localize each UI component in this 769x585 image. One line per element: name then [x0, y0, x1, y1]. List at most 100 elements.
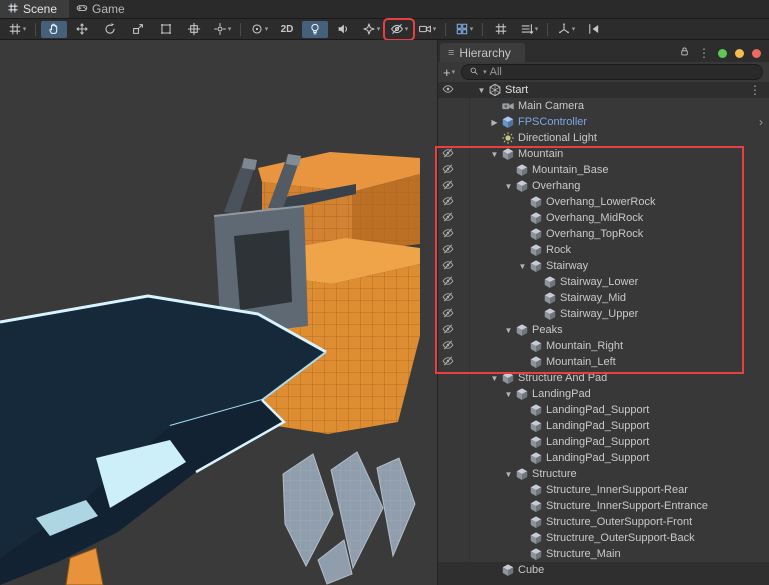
split-view-button[interactable]: ▾ [451, 21, 477, 38]
foldout-expanded-icon[interactable]: ▼ [502, 326, 515, 335]
audio-toggle-button[interactable] [330, 21, 356, 38]
object-name-label: Rock [546, 244, 572, 256]
object-name-label: LandingPad_Support [546, 452, 650, 464]
cube-icon [529, 195, 543, 209]
foldout-expanded-icon[interactable]: ▼ [516, 262, 529, 271]
object-name-label: Structure_InnerSupport-Entrance [546, 500, 709, 512]
hierarchy-row[interactable]: Overhang_TopRock [438, 226, 769, 242]
visibility-off-icon[interactable] [442, 307, 454, 322]
visibility-off-icon[interactable] [442, 163, 454, 178]
scene-visibility-toggle-button[interactable]: ▾ [383, 17, 415, 41]
view-hand-tool-button[interactable] [41, 20, 67, 38]
lighting-toggle-button[interactable] [302, 20, 328, 38]
hierarchy-row[interactable]: ▼ LandingPad [438, 386, 769, 402]
cube-icon [529, 227, 543, 241]
visibility-off-icon[interactable] [442, 243, 454, 258]
hierarchy-row[interactable]: Main Camera [438, 98, 769, 114]
visibility-off-icon[interactable] [442, 291, 454, 306]
visibility-off-icon[interactable] [442, 227, 454, 242]
tab-hierarchy[interactable]: ≡ Hierarchy [440, 43, 525, 62]
view-tabbar: Scene Game [0, 0, 769, 19]
hierarchy-row[interactable]: Stairway_Lower [438, 274, 769, 290]
pivot-toggle-button[interactable]: ▾ [246, 21, 272, 38]
hierarchy-row[interactable]: LandingPad_Support [438, 434, 769, 450]
visibility-off-icon[interactable] [442, 195, 454, 210]
foldout-collapsed-icon[interactable]: ▶ [488, 118, 501, 127]
object-name-label: Overhang [532, 180, 581, 192]
effects-toggle-button[interactable]: ▾ [358, 21, 384, 38]
hierarchy-row[interactable]: LandingPad_Support [438, 402, 769, 418]
hierarchy-row[interactable]: Stairway_Mid [438, 290, 769, 306]
snap-settings-button[interactable]: ▾ [4, 21, 30, 38]
visibility-off-icon[interactable] [442, 147, 454, 162]
hierarchy-row[interactable]: Overhang_MidRock [438, 210, 769, 226]
hierarchy-row[interactable]: ▼ Mountain [438, 146, 769, 162]
rect-tool-button[interactable] [153, 21, 179, 38]
hierarchy-row[interactable]: Structure_Main [438, 546, 769, 562]
lock-icon[interactable] [679, 44, 690, 62]
object-name-label: Overhang_LowerRock [546, 196, 656, 208]
visibility-off-icon[interactable] [442, 339, 454, 354]
prefab-open-chevron-icon[interactable]: › [759, 116, 763, 128]
hierarchy-row[interactable]: Mountain_Left [438, 354, 769, 370]
gizmos-menu-button[interactable]: ▾ [553, 21, 579, 38]
hierarchy-row[interactable]: ▼ Stairway [438, 258, 769, 274]
cube-icon [501, 563, 515, 577]
hierarchy-row[interactable]: Cube [438, 562, 769, 578]
search-input[interactable]: ▾ All [461, 64, 763, 80]
scene-viewport[interactable] [0, 40, 437, 585]
visibility-off-icon[interactable] [442, 275, 454, 290]
hierarchy-tree: Main Camera ▶ FPSController › Directional Li… [438, 98, 769, 578]
custom-tool-button[interactable]: ▾ [209, 21, 235, 38]
scale-tool-button[interactable] [125, 21, 151, 38]
hierarchy-row[interactable]: Directional Light [438, 130, 769, 146]
hierarchy-row[interactable]: Structure_InnerSupport-Rear [438, 482, 769, 498]
hierarchy-row[interactable]: Stairway_Upper [438, 306, 769, 322]
visibility-off-icon[interactable] [442, 211, 454, 226]
visibility-off-icon[interactable] [442, 179, 454, 194]
foldout-expanded-icon[interactable]: ▼ [488, 374, 501, 383]
panel-menu-button[interactable]: ⋮ [698, 47, 710, 59]
frame-skip-button[interactable] [581, 21, 607, 38]
hierarchy-row[interactable]: ▶ FPSController › [438, 114, 769, 130]
hierarchy-row[interactable]: LandingPad_Support [438, 450, 769, 466]
transform-tool-button[interactable] [181, 21, 207, 38]
snap-increment-button[interactable]: ▾ [516, 21, 542, 38]
hierarchy-row[interactable]: ▼ Peaks [438, 322, 769, 338]
chevron-down-icon: ▾ [571, 25, 576, 33]
hierarchy-row[interactable]: ▼ Overhang [438, 178, 769, 194]
scene-visibility-eye-icon[interactable] [442, 83, 454, 98]
foldout-expanded-icon[interactable]: ▼ [502, 182, 515, 191]
hierarchy-row[interactable]: ▼ Structure And Pad [438, 370, 769, 386]
create-object-button[interactable]: + ▾ [443, 66, 455, 79]
hierarchy-row[interactable]: Overhang_LowerRock [438, 194, 769, 210]
tab-scene[interactable]: Scene [0, 0, 70, 18]
hierarchy-row[interactable]: Rock [438, 242, 769, 258]
rotate-tool-button[interactable] [97, 21, 123, 38]
2d-toggle-button[interactable]: 2D [274, 21, 300, 38]
foldout-expanded-icon[interactable]: ▼ [488, 150, 501, 159]
foldout-expanded-icon[interactable]: ▼ [502, 470, 515, 479]
camera-preview-button[interactable]: ▾ [414, 21, 440, 38]
search-icon [469, 66, 479, 79]
cube-icon [529, 531, 543, 545]
hierarchy-row[interactable]: Mountain_Right [438, 338, 769, 354]
tab-scene-label: Scene [23, 2, 58, 16]
hierarchy-row[interactable]: Mountain_Base [438, 162, 769, 178]
hierarchy-row[interactable]: Structure_OuterSupport-Front [438, 514, 769, 530]
grid-visibility-button[interactable] [488, 21, 514, 38]
visibility-off-icon[interactable] [442, 323, 454, 338]
visibility-off-icon[interactable] [442, 259, 454, 274]
hierarchy-row[interactable]: LandingPad_Support [438, 418, 769, 434]
hierarchy-row[interactable]: ▼ Structure [438, 466, 769, 482]
cube-icon [529, 339, 543, 353]
visibility-off-icon[interactable] [442, 355, 454, 370]
tab-game[interactable]: Game [69, 0, 137, 18]
hierarchy-row[interactable]: Structrure_OuterSupport-Back [438, 530, 769, 546]
scene-options-button[interactable]: ⋮ [749, 84, 761, 96]
foldout-expanded-icon[interactable]: ▼ [502, 390, 515, 399]
move-tool-button[interactable] [69, 21, 95, 38]
scene-header-row[interactable]: ▼ Start ⋮ [438, 82, 769, 98]
hierarchy-row[interactable]: Structure_InnerSupport-Entrance [438, 498, 769, 514]
foldout-expanded-icon[interactable]: ▼ [475, 86, 488, 95]
